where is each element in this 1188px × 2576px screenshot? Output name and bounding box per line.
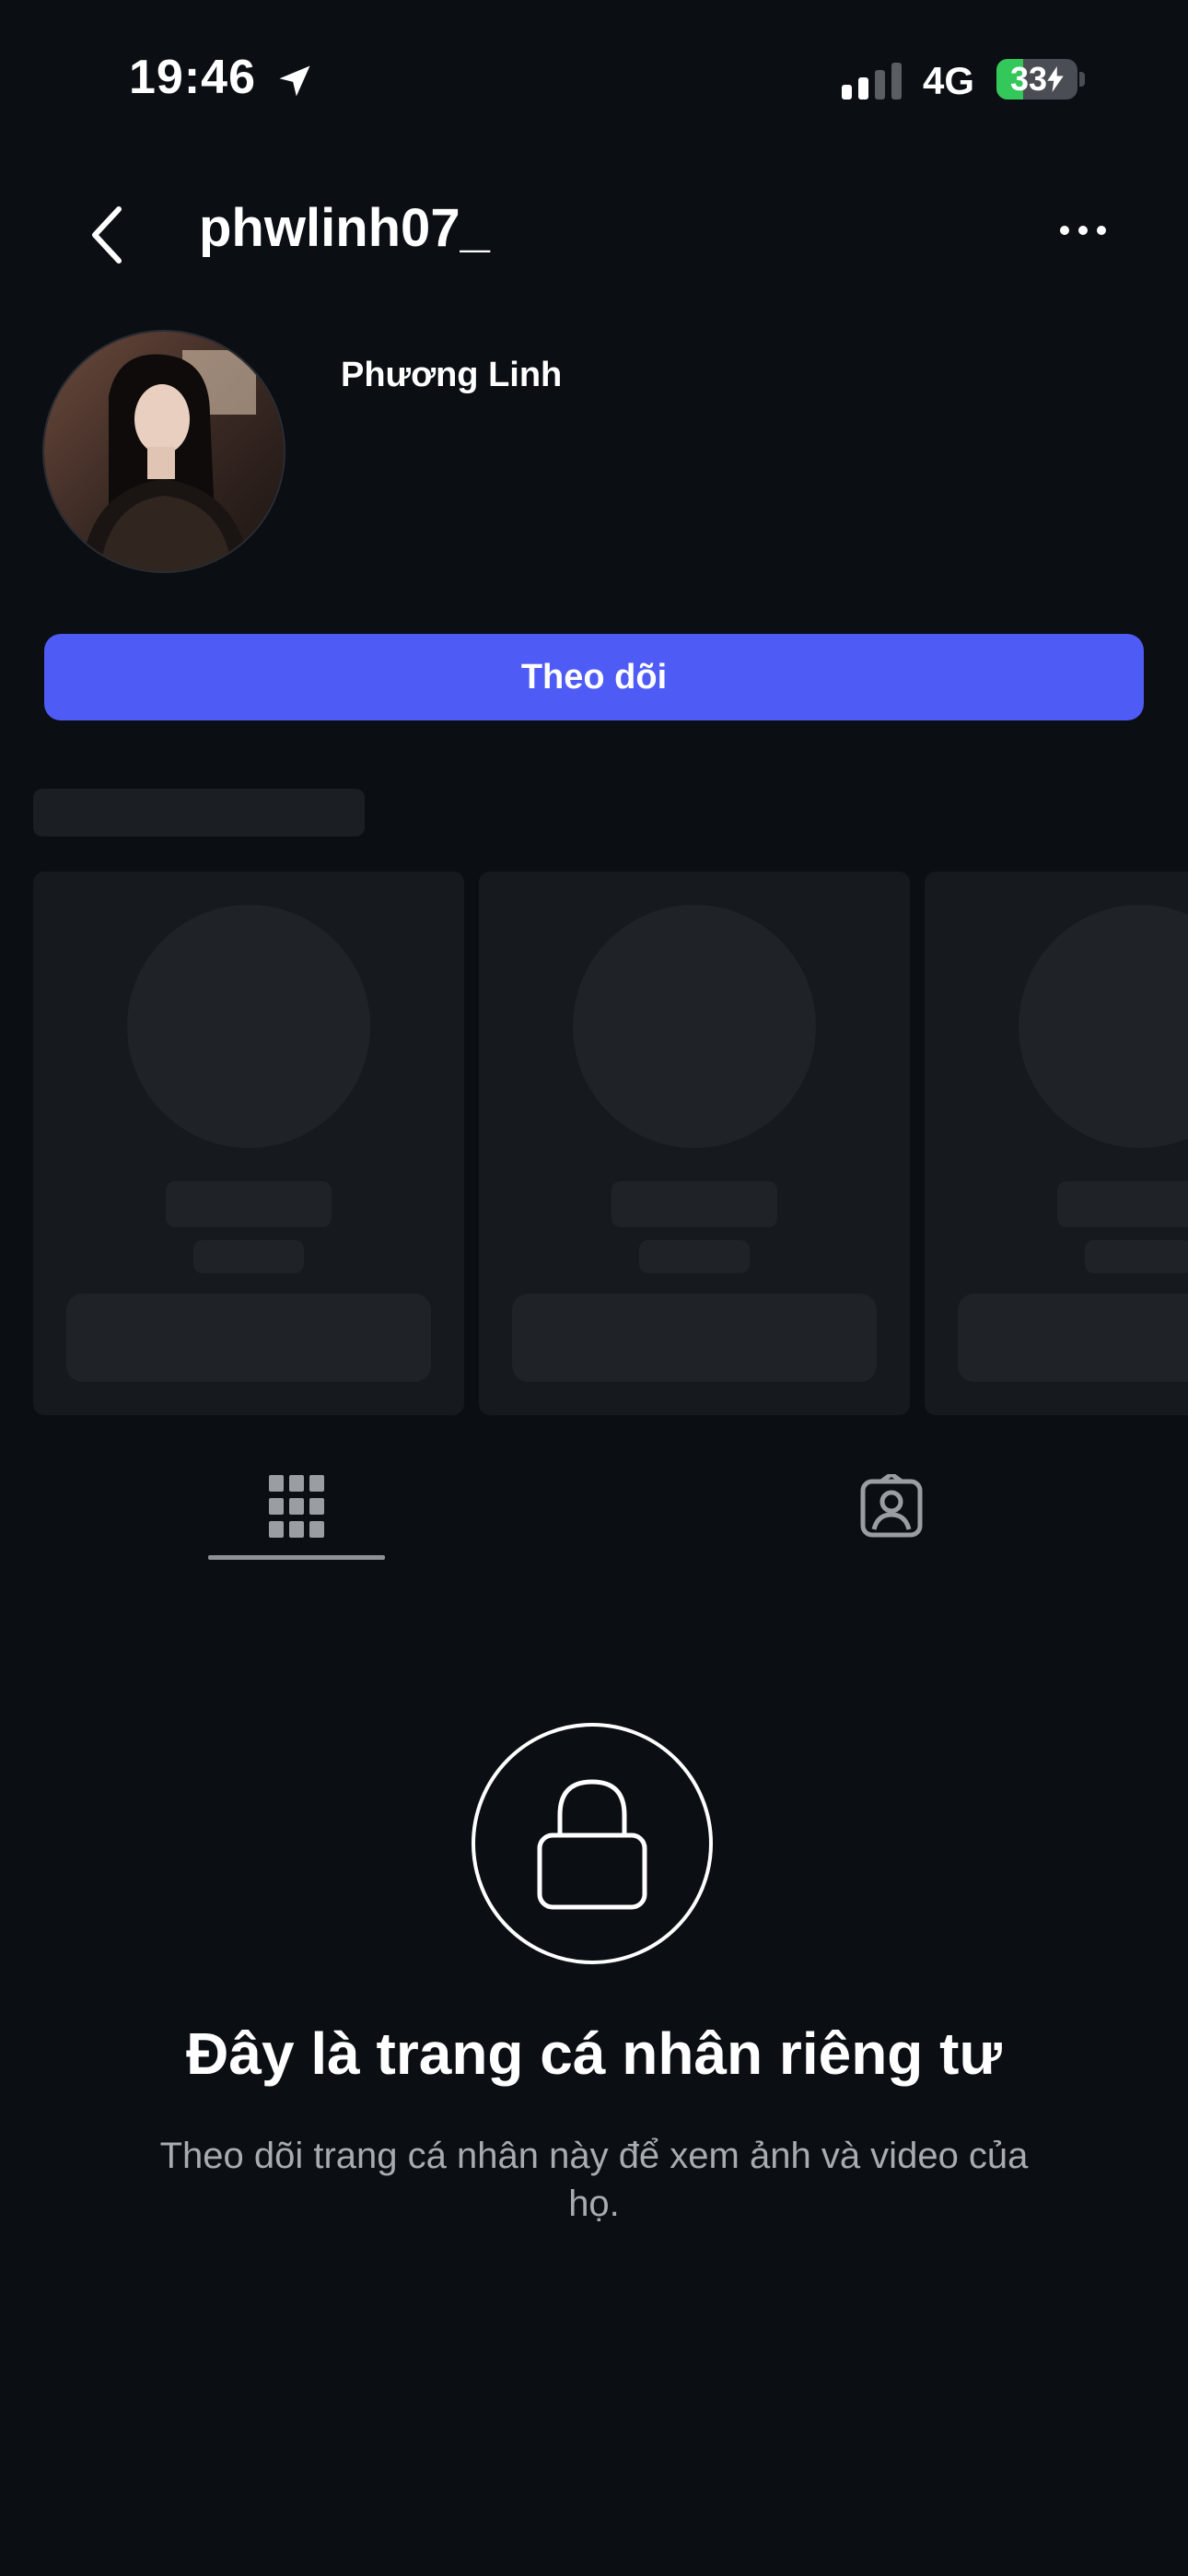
profile-avatar[interactable] — [42, 330, 285, 573]
private-lock-badge — [472, 1723, 713, 1964]
profile-username: phwlinh07_ — [199, 198, 490, 258]
avatar-photo — [44, 332, 284, 571]
active-tab-indicator — [208, 1555, 385, 1560]
status-time: 19:46 — [129, 51, 256, 104]
grid-icon — [269, 1475, 324, 1538]
private-account-description: Theo dõi trang cá nhân này để xem ảnh và… — [159, 2136, 1029, 2224]
back-button[interactable] — [74, 193, 138, 276]
tab-posts-grid[interactable] — [204, 1456, 389, 1557]
charging-bolt-icon — [1047, 66, 1064, 92]
network-type: 4G — [923, 59, 975, 102]
profile-display-name: Phương Linh — [341, 356, 563, 394]
more-dots-icon — [1060, 226, 1106, 235]
skeleton-title — [33, 789, 365, 837]
location-arrow-icon — [279, 65, 310, 97]
cellular-signal-icon — [842, 63, 902, 100]
battery-indicator: 33 — [996, 59, 1077, 100]
lock-icon — [537, 1779, 647, 1910]
skeleton-card — [925, 872, 1188, 1415]
skeleton-card — [33, 872, 464, 1415]
battery-level: 33 — [1009, 60, 1048, 98]
more-options-button[interactable] — [1050, 203, 1116, 258]
tagged-person-icon — [860, 1474, 923, 1538]
tab-tagged[interactable] — [799, 1456, 984, 1557]
skeleton-card — [479, 872, 910, 1415]
private-account-title: Đây là trang cá nhân riêng tư — [186, 2020, 1002, 2087]
chevron-left-icon — [92, 206, 122, 263]
battery-nub — [1079, 72, 1085, 87]
follow-button[interactable]: Theo dõi — [44, 634, 1144, 720]
